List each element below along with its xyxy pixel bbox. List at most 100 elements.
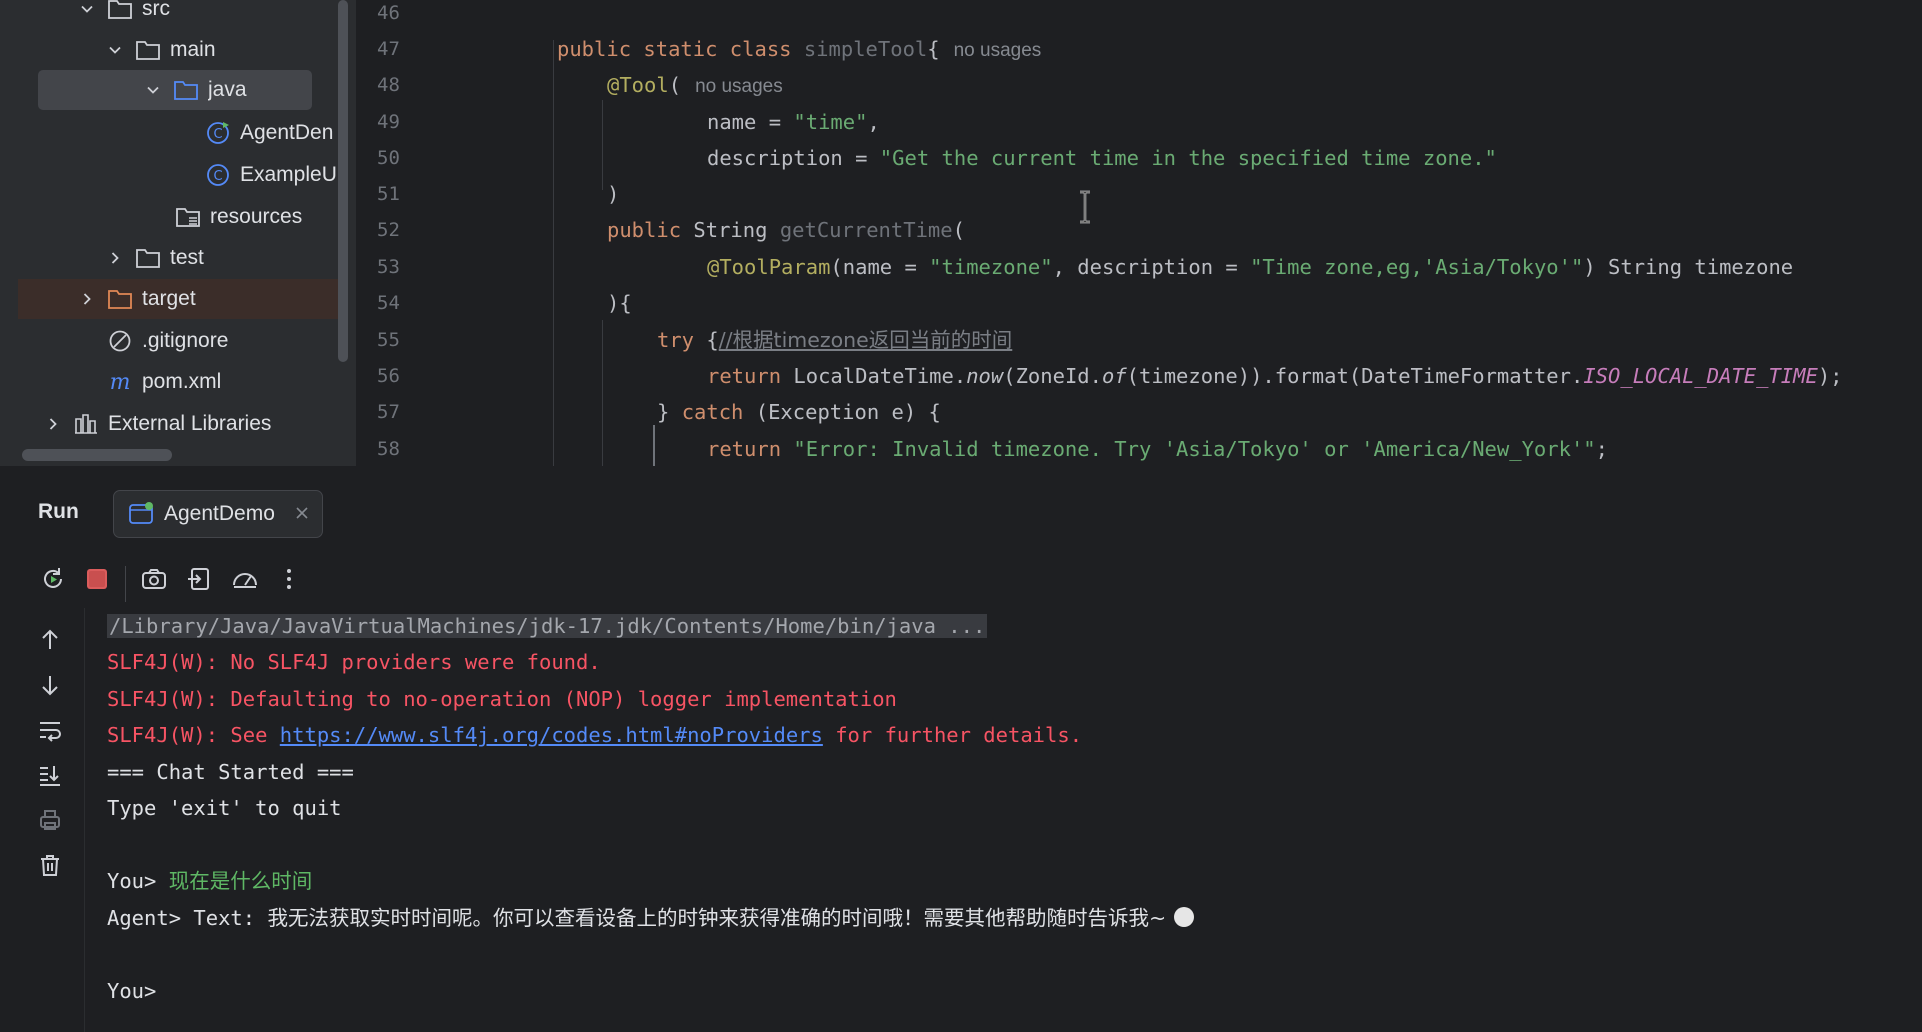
code-token: { [694, 328, 719, 352]
code-editor[interactable]: 46 47 48 49 50 51 52 53 54 55 56 57 58 p… [357, 0, 1922, 466]
code-line-58[interactable]: return "Error: Invalid timezone. Try 'As… [707, 431, 1608, 466]
print-icon [40, 810, 60, 830]
chevron-down-icon[interactable] [76, 0, 98, 20]
more-options-button[interactable] [272, 562, 306, 596]
line-number: 55 [377, 329, 400, 351]
console-error-line: SLF4J(W): No SLF4J providers were found. [107, 650, 601, 674]
tree-horizontal-scrollbar[interactable] [22, 449, 172, 461]
class-icon: C [204, 162, 232, 188]
code-line-50[interactable]: description = "Get the current time in t… [707, 140, 1497, 176]
code-line-51[interactable]: ) [607, 176, 619, 212]
console-command[interactable]: /Library/Java/JavaVirtualMachines/jdk-17… [107, 614, 988, 638]
code-token: "Error: Invalid timezone. Try 'Asia/Toky… [793, 437, 1596, 461]
code-token: (timezone)).format(DateTimeFormatter. [1126, 364, 1584, 388]
code-token: (name = [830, 255, 930, 279]
scroll-down-button[interactable] [30, 665, 70, 705]
clear-all-button[interactable] [30, 845, 70, 885]
tree-item-java[interactable]: java [38, 70, 312, 110]
code-token: public [607, 218, 682, 242]
code-line-52[interactable]: public String getCurrentTime( [607, 212, 965, 248]
tree-item-pom[interactable]: m pom.xml [18, 362, 338, 402]
chevron-right-icon[interactable] [104, 247, 126, 269]
tree-item-label: External Libraries [108, 412, 272, 435]
resources-folder-icon [174, 204, 202, 230]
chevron-right-icon[interactable] [76, 288, 98, 310]
soft-wrap-icon [40, 722, 61, 742]
code-token: ; [1595, 437, 1608, 461]
line-number: 48 [377, 74, 400, 96]
scroll-up-button[interactable] [30, 620, 70, 660]
code-token: ); [1817, 364, 1843, 388]
code-line-57[interactable]: } catch (Exception e) { [657, 394, 941, 430]
code-line-56[interactable]: return LocalDateTime.now(ZoneId.of(timez… [707, 358, 1843, 394]
tree-item-exampleu[interactable]: C ExampleU [18, 155, 338, 195]
code-token: String [681, 218, 780, 242]
code-line-54[interactable]: ){ [607, 285, 632, 321]
tree-item-agentdemo[interactable]: C AgentDen [18, 113, 338, 153]
tree-item-test[interactable]: test [18, 238, 338, 278]
console-link[interactable]: https://www.slf4j.org/codes.html#noProvi… [280, 723, 823, 747]
tree-item-src[interactable]: src [18, 0, 338, 29]
trash-icon [41, 855, 59, 876]
stop-button[interactable] [80, 562, 114, 596]
console-line: Agent> Text: 我无法获取实时时间呢。你可以查看设备上的时钟来获得准确… [107, 900, 1195, 936]
indent-guide-active [653, 425, 655, 466]
code-line-47[interactable]: public static class simpleTool{no usages [557, 31, 1041, 67]
profiler-button[interactable] [228, 562, 262, 596]
exit-button[interactable] [183, 562, 217, 596]
svg-text:m: m [110, 370, 131, 394]
code-token: @ToolParam [707, 255, 831, 279]
scroll-to-end-button[interactable] [30, 755, 70, 795]
tree-item-label: src [142, 0, 170, 20]
chevron-down-icon[interactable] [104, 39, 126, 61]
tree-item-label: ExampleU [240, 163, 337, 186]
exit-icon [188, 568, 209, 590]
dump-threads-button[interactable] [137, 562, 171, 596]
speedometer-icon [233, 573, 257, 588]
code-line-49[interactable]: name = "time", [707, 104, 880, 140]
code-line-55[interactable]: try {//根据timezone返回当前的时间 [657, 322, 1012, 358]
svg-text:C: C [213, 127, 222, 142]
code-line-53[interactable]: @ToolParam(name = "timezone", descriptio… [707, 249, 1793, 285]
console-line: === Chat Started === [107, 760, 354, 784]
code-token: name = [707, 110, 794, 134]
code-token: (Exception e) { [743, 400, 941, 424]
tree-item-label: pom.xml [142, 370, 222, 393]
code-token: , description = [1052, 255, 1251, 279]
console-input-line[interactable]: You> [107, 973, 156, 1009]
tree-vertical-scrollbar[interactable] [338, 0, 348, 362]
run-tab-agentdemo[interactable]: AgentDemo [113, 490, 323, 538]
ignore-file-icon [106, 328, 134, 354]
print-button[interactable] [30, 800, 70, 840]
close-icon[interactable] [292, 503, 312, 523]
camera-icon [142, 569, 166, 589]
code-line-48[interactable]: @Tool(no usages [607, 67, 783, 103]
tree-item-label: resources [210, 205, 303, 228]
run-tool-window: Run AgentDemo /Library/Java/JavaVirtualM… [0, 478, 1922, 1032]
code-token: ISO_LOCAL_DATE_TIME [1583, 364, 1818, 388]
console-text: for further details. [822, 723, 1083, 747]
console-output[interactable]: /Library/Java/JavaVirtualMachines/jdk-17… [84, 608, 1922, 1032]
rerun-button[interactable] [36, 562, 70, 596]
code-token: simpleTool [791, 37, 928, 61]
code-token: "Get the current time in the specified t… [879, 146, 1497, 170]
chevron-down-icon[interactable] [142, 79, 164, 101]
code-token: ) [607, 182, 620, 206]
tree-item-target[interactable]: target [18, 279, 338, 319]
soft-wrap-button[interactable] [30, 710, 70, 750]
line-number: 50 [377, 147, 400, 169]
tree-item-resources[interactable]: resources [18, 197, 338, 237]
code-token: "timezone" [929, 255, 1053, 279]
tree-item-main[interactable]: main [18, 30, 338, 70]
line-number: 58 [377, 438, 400, 460]
line-number: 52 [377, 219, 400, 241]
arrow-up-icon [42, 629, 58, 649]
code-token: ){ [607, 291, 632, 315]
folder-icon [134, 37, 162, 63]
chevron-right-icon[interactable] [42, 413, 64, 435]
tree-item-external-libraries[interactable]: External Libraries [18, 404, 338, 444]
tree-item-gitignore[interactable]: .gitignore [18, 321, 338, 361]
indent-guide [602, 320, 603, 466]
console-text: SLF4J(W): See [107, 723, 280, 747]
source-folder-icon [172, 77, 200, 103]
